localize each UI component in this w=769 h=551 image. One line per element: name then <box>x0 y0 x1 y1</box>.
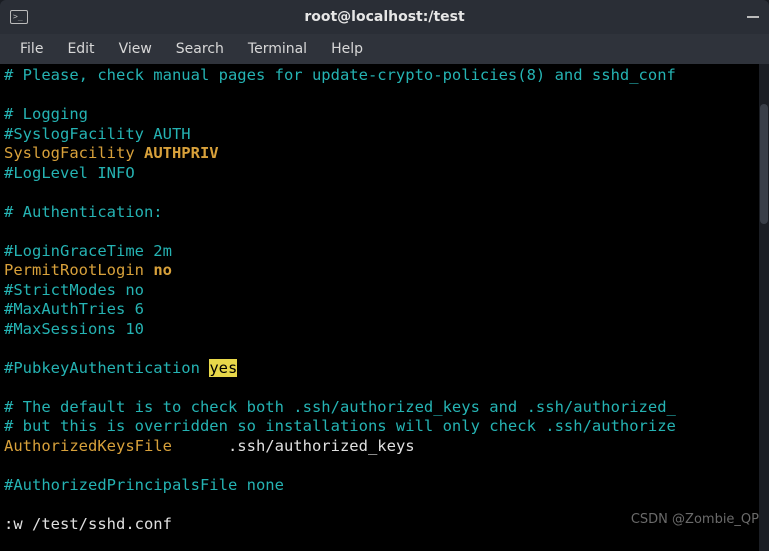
terminal-line <box>4 86 765 106</box>
text-segment: AuthorizedKeysFile <box>4 437 172 455</box>
minimize-button[interactable] <box>747 16 759 18</box>
terminal-app-icon <box>10 10 28 24</box>
text-segment <box>4 378 13 396</box>
terminal-line: # Authentication: <box>4 203 765 223</box>
terminal-line: #StrictModes no <box>4 281 765 301</box>
watermark: CSDN @Zombie_QP <box>631 510 759 530</box>
text-segment: #LoginGraceTime 2m <box>4 242 172 260</box>
terminal-line: #MaxAuthTries 6 <box>4 300 765 320</box>
terminal-line <box>4 456 765 476</box>
terminal-line: # Please, check manual pages for update-… <box>4 66 765 86</box>
text-segment <box>4 86 13 104</box>
text-segment: no <box>153 261 172 279</box>
terminal-window: root@localhost:/test FileEditViewSearchT… <box>0 0 769 551</box>
terminal-line <box>4 222 765 242</box>
text-segment: PermitRootLogin <box>4 261 153 279</box>
text-segment: #SyslogFacility AUTH <box>4 125 191 143</box>
menu-view[interactable]: View <box>107 37 164 61</box>
text-segment: # but this is overridden so installation… <box>4 417 676 435</box>
terminal-line: #LogLevel INFO <box>4 164 765 184</box>
terminal-line <box>4 183 765 203</box>
terminal-line: # but this is overridden so installation… <box>4 417 765 437</box>
terminal-line: #PubkeyAuthentication yes <box>4 359 765 379</box>
text-segment: # Please, check manual pages for update-… <box>4 66 676 84</box>
text-segment: #MaxAuthTries 6 <box>4 300 144 318</box>
scrollbar-thumb[interactable] <box>760 104 768 224</box>
menubar: FileEditViewSearchTerminalHelp <box>0 34 769 64</box>
text-segment: SyslogFacility <box>4 144 144 162</box>
menu-search[interactable]: Search <box>164 37 236 61</box>
text-segment: # Authentication: <box>4 203 163 221</box>
text-segment <box>4 456 13 474</box>
text-segment: #LogLevel INFO <box>4 164 135 182</box>
text-segment <box>4 222 13 240</box>
text-segment: # Logging <box>4 105 88 123</box>
text-segment: yes <box>209 359 237 377</box>
text-segment <box>4 183 13 201</box>
menu-terminal[interactable]: Terminal <box>236 37 319 61</box>
menu-file[interactable]: File <box>8 37 55 61</box>
terminal-line: SyslogFacility AUTHPRIV <box>4 144 765 164</box>
terminal-line <box>4 378 765 398</box>
vertical-scrollbar[interactable] <box>759 64 769 551</box>
terminal-line: #SyslogFacility AUTH <box>4 125 765 145</box>
menu-help[interactable]: Help <box>319 37 375 61</box>
titlebar[interactable]: root@localhost:/test <box>0 0 769 34</box>
text-segment: #MaxSessions 10 <box>4 320 144 338</box>
terminal-line: # The default is to check both .ssh/auth… <box>4 398 765 418</box>
terminal-line: PermitRootLogin no <box>4 261 765 281</box>
terminal-line: #AuthorizedPrincipalsFile none <box>4 476 765 496</box>
window-title: root@localhost:/test <box>0 9 769 25</box>
text-segment: .ssh/authorized_keys <box>172 437 415 455</box>
terminal-line: #MaxSessions 10 <box>4 320 765 340</box>
text-segment: #PubkeyAuthentication <box>4 359 209 377</box>
text-segment: # The default is to check both .ssh/auth… <box>4 398 676 416</box>
text-segment: AUTHPRIV <box>144 144 219 162</box>
terminal-line: AuthorizedKeysFile .ssh/authorized_keys <box>4 437 765 457</box>
text-segment <box>4 339 13 357</box>
terminal-line: # Logging <box>4 105 765 125</box>
terminal-line: #LoginGraceTime 2m <box>4 242 765 262</box>
terminal-line <box>4 339 765 359</box>
menu-edit[interactable]: Edit <box>55 37 106 61</box>
terminal-viewport[interactable]: # Please, check manual pages for update-… <box>0 64 769 551</box>
text-segment: :w /test/sshd.conf <box>4 515 172 533</box>
text-segment <box>4 495 13 513</box>
text-segment: #StrictModes no <box>4 281 144 299</box>
text-segment: #AuthorizedPrincipalsFile none <box>4 476 284 494</box>
